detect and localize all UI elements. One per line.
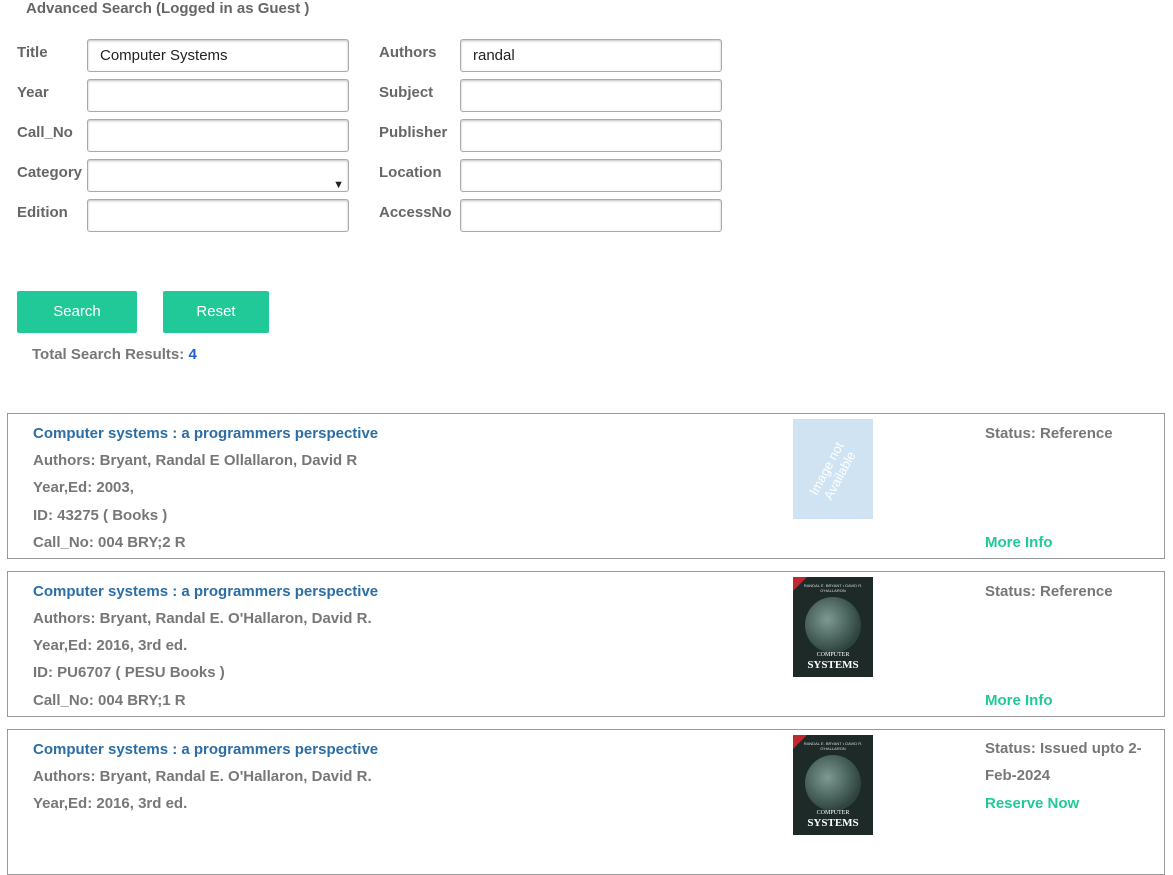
result-id: ID: PU6707 ( PESU Books ) (33, 664, 225, 681)
subject-label: Subject (379, 84, 434, 101)
result-year: Year,Ed: 2016, 3rd ed. (33, 795, 188, 812)
result-title-link[interactable]: Computer systems : a programmers perspec… (33, 741, 378, 758)
result-callno: Call_No: 004 BRY;1 R (33, 692, 186, 709)
authors-input[interactable]: randal (460, 39, 722, 72)
result-card: Computer systems : a programmers perspec… (7, 729, 1165, 875)
year-label: Year (17, 84, 49, 101)
title-label: Title (17, 44, 48, 61)
result-id: ID: 43275 ( Books ) (33, 507, 168, 524)
cover-title-big: SYSTEMS (807, 659, 859, 671)
category-label: Category (17, 164, 83, 181)
page-header: Advanced Search (Logged in as Guest ) (26, 0, 310, 17)
result-card: Computer systems : a programmers perspec… (7, 571, 1165, 717)
result-status: Status: Reference (985, 425, 1113, 442)
cover-authors: RANDAL E. BRYANT • DAVID R. O'HALLARON (803, 583, 863, 593)
cover-authors: RANDAL E. BRYANT • DAVID R. O'HALLARON (803, 741, 863, 751)
cover-title-small: COMPUTER (816, 810, 850, 816)
cover-globe-image (805, 755, 861, 811)
result-authors: Authors: Bryant, Randal E. O'Hallaron, D… (33, 768, 372, 785)
year-input[interactable] (87, 79, 349, 112)
accessno-label: AccessNo (379, 204, 452, 221)
chevron-down-icon: ▼ (333, 179, 344, 191)
subject-input[interactable] (460, 79, 722, 112)
cover-title-big: SYSTEMS (807, 817, 859, 829)
publisher-input[interactable] (460, 119, 722, 152)
total-results-count: 4 (188, 346, 197, 363)
total-results: Total Search Results: 4 (32, 346, 197, 363)
accessno-input[interactable] (460, 199, 722, 232)
edition-label: Edition (17, 204, 68, 221)
result-card: Computer systems : a programmers perspec… (7, 413, 1165, 559)
total-results-label: Total Search Results: (32, 346, 185, 363)
image-not-available-text: Image not Available (806, 439, 859, 503)
result-year: Year,Ed: 2016, 3rd ed. (33, 637, 188, 654)
call-no-label: Call_No (17, 124, 73, 141)
title-input[interactable]: Computer Systems (87, 39, 349, 72)
more-info-link[interactable]: More Info (985, 692, 1053, 709)
reserve-now-link[interactable]: Reserve Now (985, 795, 1079, 812)
search-button[interactable]: Search (17, 291, 137, 333)
call-no-input[interactable] (87, 119, 349, 152)
result-authors: Authors: Bryant, Randal E. O'Hallaron, D… (33, 610, 372, 627)
result-callno: Call_No: 004 BRY;2 R (33, 534, 186, 551)
result-status: Status: Reference (985, 583, 1113, 600)
cover-globe-image (805, 597, 861, 653)
result-title-link[interactable]: Computer systems : a programmers perspec… (33, 583, 378, 600)
authors-label: Authors (379, 44, 437, 61)
more-info-link[interactable]: More Info (985, 534, 1053, 551)
book-cover-thumbnail[interactable]: RANDAL E. BRYANT • DAVID R. O'HALLARON C… (793, 735, 873, 835)
result-title-link[interactable]: Computer systems : a programmers perspec… (33, 425, 378, 442)
image-not-available-thumbnail: Image not Available (793, 419, 873, 519)
book-cover-thumbnail[interactable]: RANDAL E. BRYANT • DAVID R. O'HALLARON C… (793, 577, 873, 677)
category-select[interactable]: ▼ (87, 159, 349, 192)
result-authors: Authors: Bryant, Randal E Ollallaron, Da… (33, 452, 358, 469)
publisher-label: Publisher (379, 124, 448, 141)
location-input[interactable] (460, 159, 722, 192)
cover-title-small: COMPUTER (816, 652, 850, 658)
result-year: Year,Ed: 2003, (33, 479, 134, 496)
edition-input[interactable] (87, 199, 349, 232)
reset-button[interactable]: Reset (163, 291, 269, 333)
result-status: Status: Issued upto 2-Feb-2024 (985, 740, 1142, 784)
location-label: Location (379, 164, 442, 181)
